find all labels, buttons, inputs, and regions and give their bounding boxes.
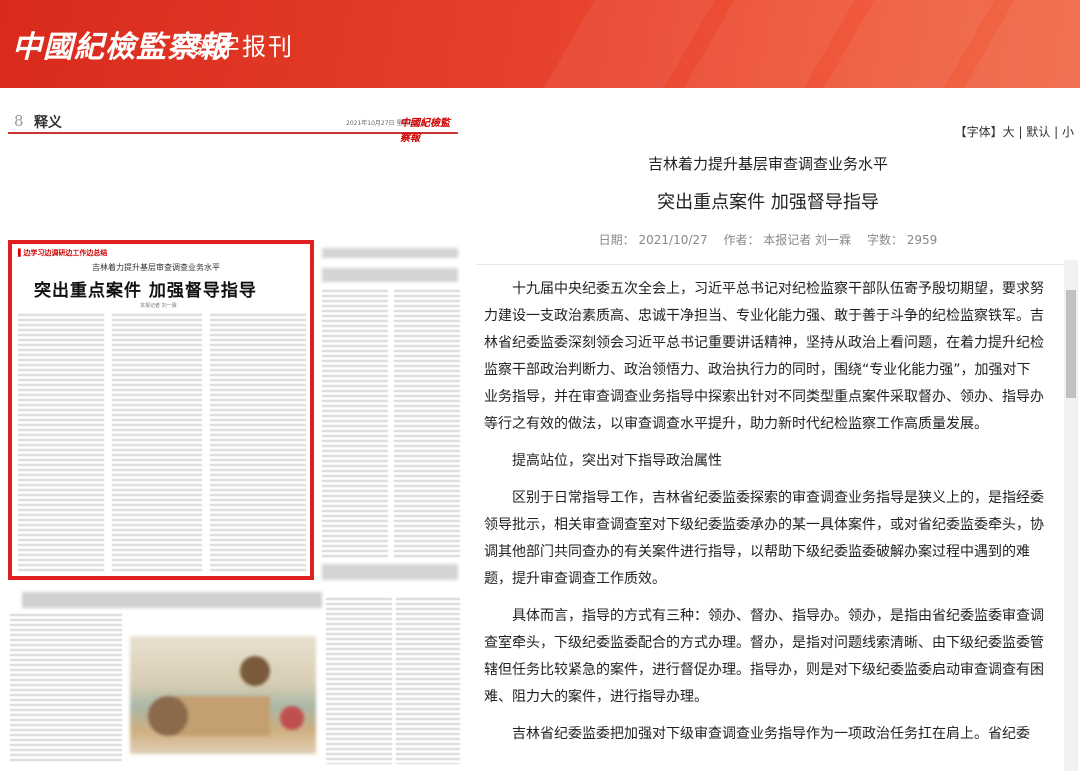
blurred-headline[interactable]	[22, 592, 322, 608]
thumb-subheadline: 吉林着力提升基层审查调查业务水平	[92, 263, 220, 272]
article-body: 十九届中央纪委五次全会上，习近平总书记对纪检监察干部队伍寄予殷切期望，要求努力建…	[484, 276, 1044, 758]
site-subtitle: 数字报刊	[190, 33, 294, 61]
thumb-text-column	[210, 314, 306, 572]
article-paragraph: 吉林省纪委监委把加强对下级审查调查业务指导作为一项政治任务扛在肩上。省纪委	[512, 726, 1030, 742]
divider	[476, 264, 1068, 265]
site-banner: 中國紀檢監察報 数字报刊	[0, 0, 1080, 88]
blurred-headline[interactable]	[322, 248, 458, 258]
article-paragraph: 十九届中央纪委五次全会上，习近平总书记对纪检监察干部队伍寄予殷切期望，要求努力建…	[484, 281, 1044, 432]
article-date: 日期： 2021/10/27	[598, 233, 708, 247]
selected-article-region[interactable]: ▌边学习边调研边工作边总结 吉林着力提升基层审查调查业务水平 突出重点案件 加强…	[8, 240, 314, 580]
article-panel: 【字体】大 | 默认 | 小 吉林着力提升基层审查调查业务水平 突出重点案件 加…	[468, 98, 1080, 771]
page-number: 8	[14, 112, 24, 130]
newspaper-page-thumbnail: 8 释义 2021年10月27日 星期三 中國紀檢監察報 ▌边学习边调研边工作边…	[0, 98, 468, 771]
paper-brand: 中國紀檢監察報	[400, 118, 450, 144]
font-size-controls: 【字体】大 | 默认 | 小	[954, 125, 1074, 139]
article-paragraph: 具体而言，指导的方式有三种：领办、督办、指导办。领办，是指由省纪委监委审查调查室…	[484, 608, 1044, 705]
thumb-headline: 突出重点案件 加强督导指导	[34, 281, 257, 301]
thumb-text-column	[18, 314, 104, 572]
font-size-default[interactable]: 默认	[1026, 125, 1050, 139]
blurred-text-column	[10, 614, 122, 764]
article-paragraph: 区别于日常指导工作，吉林省纪委监委探索的审查调查业务指导是狭义上的，是指经委领导…	[484, 490, 1044, 587]
news-photo[interactable]	[130, 636, 316, 754]
article-meta: 日期： 2021/10/27 作者： 本报记者 刘一霖 字数： 2959	[468, 231, 1068, 248]
font-size-label: 【字体】	[954, 125, 1003, 139]
thumb-text-column	[112, 314, 202, 572]
blurred-text-column	[326, 598, 392, 764]
blurred-text-column	[394, 290, 460, 560]
article-author: 作者： 本报记者 刘一霖	[723, 233, 852, 247]
page-name: 释义	[34, 115, 62, 131]
article-subtitle: 吉林着力提升基层审查调查业务水平	[647, 155, 888, 173]
paper-page-header: 8 释义 2021年10月27日 星期三 中國紀檢監察報	[8, 112, 458, 144]
article-title: 突出重点案件 加强督导指导	[657, 192, 879, 213]
blurred-text-column	[396, 598, 460, 764]
font-size-large[interactable]: 大	[1003, 125, 1015, 139]
font-size-small[interactable]: 小	[1062, 125, 1074, 139]
blurred-headline[interactable]	[322, 268, 458, 282]
blurred-text-column	[322, 290, 388, 560]
blurred-headline[interactable]	[322, 564, 458, 580]
column-tag: ▌边学习边调研边工作边总结	[18, 249, 108, 257]
thumb-byline: 本报记者 刘一霖	[140, 303, 177, 309]
article-word-count: 字数： 2959	[866, 233, 938, 247]
article-paragraph: 提高站位，突出对下指导政治属性	[512, 453, 722, 469]
scrollbar-thumb[interactable]	[1066, 290, 1076, 398]
